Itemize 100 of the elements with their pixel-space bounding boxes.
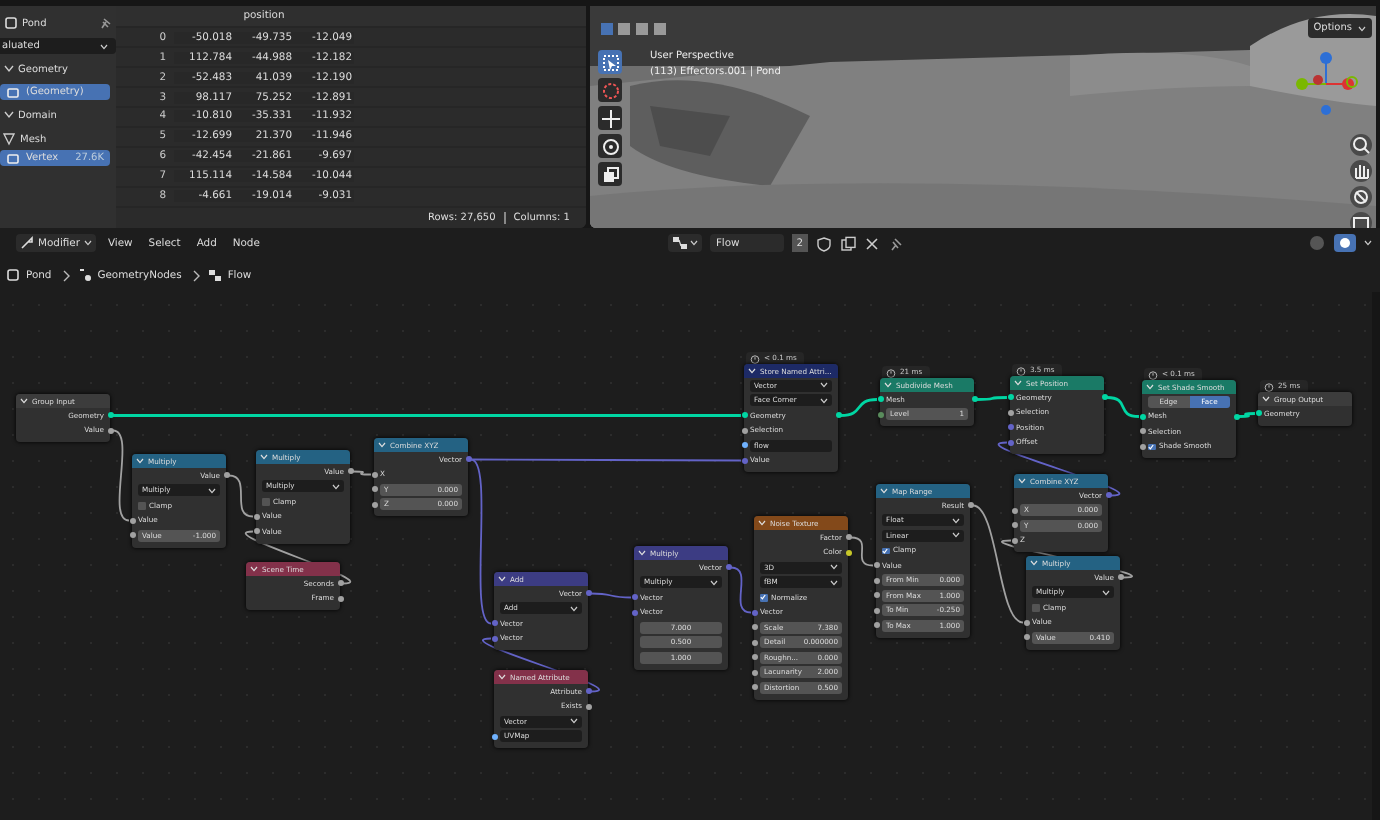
socket-dot[interactable] [223, 472, 229, 479]
tool-button[interactable] [598, 106, 622, 130]
socket-dot[interactable] [967, 502, 973, 509]
socket-dot[interactable] [1023, 619, 1029, 626]
socket-dot[interactable] [1233, 413, 1239, 420]
caret-icon[interactable] [758, 520, 766, 526]
socket-dot[interactable] [337, 595, 343, 602]
checkbox[interactable] [262, 498, 269, 505]
caret-icon[interactable] [378, 442, 386, 448]
socket-dot[interactable] [751, 609, 757, 616]
caret-icon[interactable] [260, 454, 268, 460]
socket-dot[interactable] [491, 620, 497, 627]
socket-dot[interactable] [845, 534, 851, 541]
caret-icon[interactable] [250, 566, 258, 572]
socket-dot[interactable] [751, 654, 757, 661]
socket-dot[interactable] [129, 532, 135, 539]
collapse-icon[interactable] [4, 110, 14, 120]
socket-dot[interactable] [873, 592, 879, 599]
socket-dot[interactable] [1139, 413, 1145, 420]
caret-icon[interactable] [136, 458, 144, 464]
socket-dot[interactable] [371, 486, 377, 493]
socket-dot[interactable] [741, 442, 747, 449]
socket-dot[interactable] [873, 577, 879, 584]
caret-icon[interactable] [638, 550, 646, 556]
editor-type-button[interactable] [667, 234, 702, 252]
socket-dot[interactable] [1101, 394, 1107, 401]
socket-dot[interactable] [371, 471, 377, 478]
socket-dot[interactable] [877, 411, 883, 418]
node-canvas[interactable] [0, 292, 1372, 820]
socket-dot[interactable] [491, 635, 497, 642]
tool-button[interactable] [598, 162, 622, 186]
pin-icon[interactable] [887, 235, 904, 251]
caret-icon[interactable] [880, 488, 888, 494]
shield-icon[interactable] [815, 235, 832, 251]
socket-dot[interactable] [1007, 424, 1013, 431]
socket-dot[interactable] [1023, 634, 1029, 641]
caret-icon[interactable] [748, 368, 756, 374]
socket-dot[interactable] [971, 396, 977, 403]
socket-dot[interactable] [253, 528, 259, 535]
socket-dot[interactable] [877, 396, 883, 403]
socket-dot[interactable] [631, 594, 637, 601]
caret-icon[interactable] [498, 576, 506, 582]
socket-dot[interactable] [835, 412, 841, 419]
socket-dot[interactable] [585, 590, 591, 597]
close-icon[interactable] [863, 235, 880, 251]
caret-icon[interactable] [1030, 560, 1038, 566]
socket-dot[interactable] [751, 624, 757, 631]
nav-icon [1350, 160, 1372, 182]
node-link [730, 566, 752, 614]
socket-dot[interactable] [371, 501, 377, 508]
socket-dot[interactable] [845, 549, 851, 556]
socket-dot[interactable] [631, 609, 637, 616]
socket-dot[interactable] [1117, 574, 1123, 581]
socket-dot[interactable] [751, 639, 757, 646]
caret-icon[interactable] [20, 398, 28, 404]
socket-dot[interactable] [129, 517, 135, 524]
socket-dot[interactable] [1011, 537, 1017, 544]
socket-dot[interactable] [1007, 439, 1013, 446]
collapse-icon[interactable] [4, 64, 14, 74]
socket-dot[interactable] [585, 688, 591, 695]
pin-icon[interactable] [98, 16, 112, 30]
checkbox[interactable] [138, 502, 145, 509]
socket-dot[interactable] [873, 607, 879, 614]
socket-dot[interactable] [1139, 443, 1145, 450]
stopwatch-icon [1264, 381, 1274, 391]
socket-dot[interactable] [725, 564, 731, 571]
socket-dot[interactable] [107, 427, 113, 434]
caret-icon[interactable] [498, 674, 506, 680]
checkbox[interactable] [882, 547, 889, 554]
socket-dot[interactable] [253, 513, 259, 520]
socket-dot[interactable] [337, 580, 343, 587]
duplicate-icon[interactable] [839, 235, 856, 251]
tool-button[interactable] [598, 134, 622, 158]
socket-dot[interactable] [751, 669, 757, 676]
socket-dot[interactable] [465, 456, 471, 463]
socket-dot[interactable] [1255, 410, 1261, 417]
socket-dot[interactable] [741, 457, 747, 464]
socket-dot[interactable] [741, 412, 747, 419]
caret-icon[interactable] [1018, 478, 1026, 484]
checkbox[interactable] [1148, 443, 1155, 450]
socket-dot[interactable] [1139, 428, 1145, 435]
socket-dot[interactable] [1105, 492, 1111, 499]
socket-dot[interactable] [347, 468, 353, 475]
socket-dot[interactable] [873, 622, 879, 629]
socket-dot[interactable] [1011, 522, 1017, 529]
checkbox[interactable] [1032, 604, 1039, 611]
socket-dot[interactable] [741, 427, 747, 434]
socket-dot[interactable] [1007, 409, 1013, 416]
socket-dot[interactable] [751, 684, 757, 691]
socket-dot[interactable] [1007, 394, 1013, 401]
node-link [977, 396, 1007, 401]
socket-dot[interactable] [1011, 507, 1017, 514]
caret-icon[interactable] [1262, 396, 1270, 402]
socket-dot[interactable] [107, 412, 113, 419]
overlay-button[interactable] [1334, 234, 1356, 252]
checkbox[interactable] [760, 594, 767, 601]
socket-dot[interactable] [491, 733, 497, 740]
socket-dot[interactable] [873, 562, 879, 569]
socket-dot[interactable] [585, 703, 591, 710]
stopwatch-icon [886, 367, 896, 377]
